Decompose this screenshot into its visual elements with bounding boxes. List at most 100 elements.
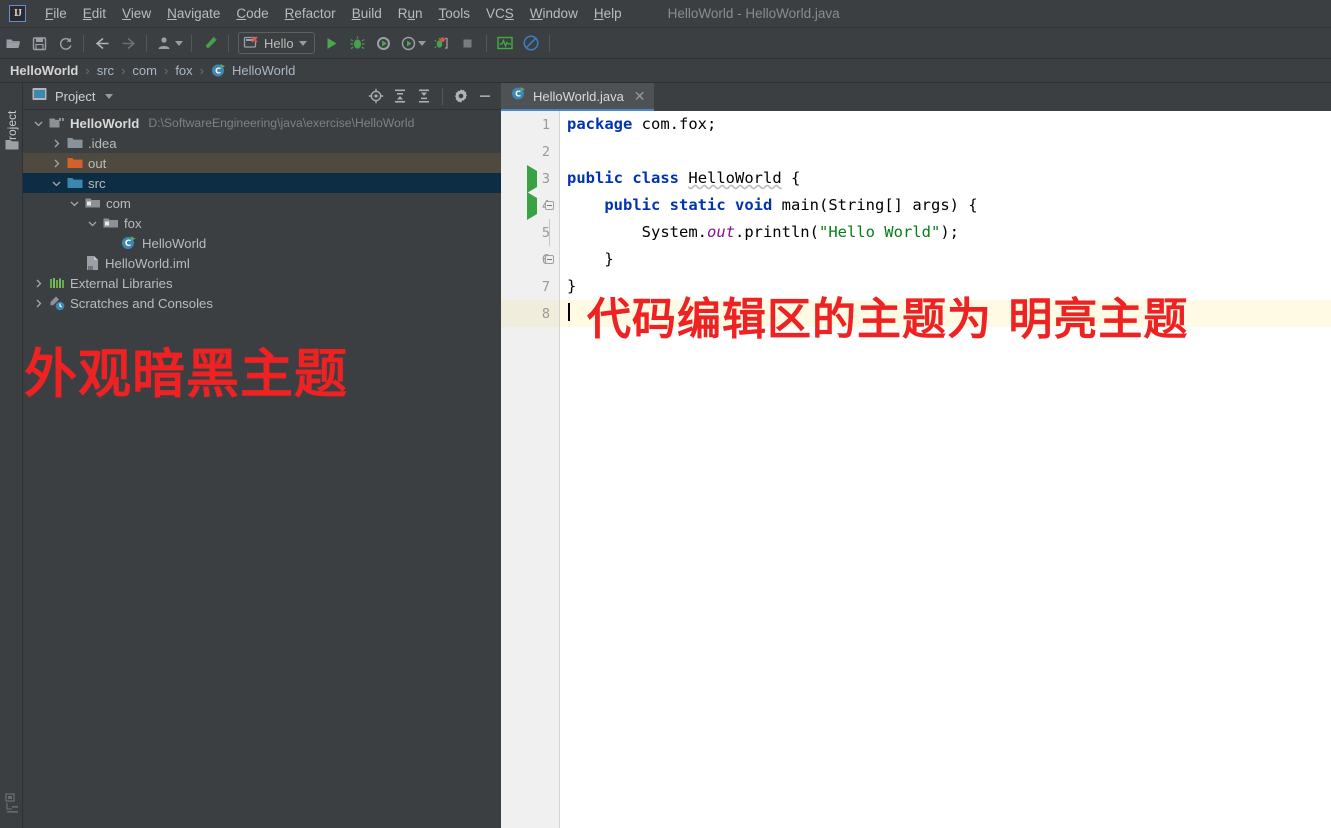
build-hammer-icon[interactable] <box>197 30 223 56</box>
gutter-line-8[interactable]: 8 <box>501 300 559 327</box>
tree-node-helloworld[interactable]: C HelloWorld <box>23 233 501 253</box>
tree-node-external-libraries[interactable]: External Libraries <box>23 273 501 293</box>
tree-node-fox[interactable]: fox <box>23 213 501 233</box>
tree-node-src[interactable]: src <box>23 173 501 193</box>
chevron-down-icon[interactable] <box>50 177 63 190</box>
gutter-line-2[interactable]: 2 <box>501 138 559 165</box>
breadcrumb-item-helloworld[interactable]: HelloWorld <box>232 63 295 78</box>
back-arrow-icon[interactable] <box>89 30 115 56</box>
menu-item-help[interactable]: Help <box>586 3 630 24</box>
toolbar-separator <box>146 34 147 52</box>
chevron-right-icon[interactable] <box>32 297 45 310</box>
code-line-5[interactable]: System.out.println("Hello World"); <box>560 219 1331 246</box>
main-toolbar: Hello <box>0 28 1331 59</box>
gutter-line-6[interactable]: 6 <box>501 246 559 273</box>
editor-gutter[interactable]: 12345678 <box>501 111 560 828</box>
chevron-right-icon[interactable] <box>32 277 45 290</box>
close-icon[interactable]: ✕ <box>634 89 646 103</box>
stop-icon[interactable] <box>455 30 481 56</box>
annotation-light-editor-theme: 代码编辑区的主题为 明亮主题 <box>587 294 1189 345</box>
menu-item-refactor[interactable]: Refactor <box>277 3 344 24</box>
tree-node--idea[interactable]: .idea <box>23 133 501 153</box>
run-gutter-icon[interactable] <box>527 191 537 220</box>
run-gutter-icon[interactable] <box>527 164 537 193</box>
run-configuration-icon <box>243 36 258 48</box>
menu-item-code[interactable]: Code <box>228 3 276 24</box>
gutter-line-5[interactable]: 5 <box>501 219 559 246</box>
breadcrumb-separator: › <box>199 63 204 78</box>
tree-node-label: HelloWorld <box>70 115 140 131</box>
attach-debugger-icon[interactable] <box>429 30 455 56</box>
code-line-3[interactable]: public class HelloWorld { <box>560 165 1331 192</box>
menu-item-window[interactable]: Window <box>522 3 586 24</box>
breadcrumb-item-fox[interactable]: fox <box>175 63 192 78</box>
text-caret <box>568 303 570 321</box>
breadcrumb-item-src[interactable]: src <box>97 63 114 78</box>
toolbar-separator <box>83 34 84 52</box>
sync-refresh-icon[interactable] <box>52 30 78 56</box>
code-line-4[interactable]: public static void main(String[] args) { <box>560 192 1331 219</box>
menu-item-tools[interactable]: Tools <box>431 3 479 24</box>
tree-node-out[interactable]: out <box>23 153 501 173</box>
annotation-dark-appearance: 外观暗黑主题 <box>24 344 348 405</box>
menu-item-run[interactable]: Run <box>390 3 431 24</box>
run-configuration-selector[interactable]: Hello <box>238 32 315 54</box>
run-with-coverage-icon[interactable] <box>371 30 397 56</box>
code-token: main(String[] args) { <box>772 196 978 214</box>
tree-node-label: .idea <box>88 135 117 151</box>
folder-source-icon <box>67 176 83 190</box>
fold-close-icon[interactable] <box>545 246 554 273</box>
gear-icon[interactable] <box>450 85 472 107</box>
editor-tab-helloworld-java[interactable]: C HelloWorld.java ✕ <box>501 83 654 111</box>
code-line-6[interactable]: } <box>560 246 1331 273</box>
breadcrumb-item-helloworld[interactable]: HelloWorld <box>10 63 78 78</box>
open-folder-icon[interactable] <box>0 30 26 56</box>
chevron-down-icon[interactable] <box>32 117 45 130</box>
menu-item-edit[interactable]: Edit <box>75 3 114 24</box>
tree-node-com[interactable]: com <box>23 193 501 213</box>
expand-all-icon[interactable] <box>389 85 411 107</box>
menu-item-build[interactable]: Build <box>344 3 390 24</box>
code-token: ); <box>940 223 959 241</box>
run-icon[interactable] <box>319 30 345 56</box>
tree-node-helloworld[interactable]: HelloWorld D:\SoftwareEngineering\java\ex… <box>23 113 501 133</box>
gutter-line-7[interactable]: 7 <box>501 273 559 300</box>
save-all-icon[interactable] <box>26 30 52 56</box>
menu-item-navigate[interactable]: Navigate <box>159 3 228 24</box>
code-line-1[interactable]: package com.fox; <box>560 111 1331 138</box>
gutter-line-4[interactable]: 4 <box>501 191 559 220</box>
search-everywhere-icon[interactable] <box>492 30 518 56</box>
locate-target-icon[interactable] <box>365 85 387 107</box>
fold-open-icon[interactable] <box>545 192 554 219</box>
menu-item-vcs[interactable]: VCS <box>478 3 522 24</box>
menu-bar: IJ File Edit View Navigate Code Refactor Build… <box>0 0 1331 28</box>
gutter-line-3[interactable]: 3 <box>501 164 559 193</box>
structure-icon[interactable] <box>4 793 19 820</box>
profiler-icon[interactable] <box>397 30 429 56</box>
tree-node-helloworld-iml[interactable]: HelloWorld.iml <box>23 253 501 273</box>
menu-item-file[interactable]: File <box>37 3 75 24</box>
breadcrumb-item-com[interactable]: com <box>132 63 157 78</box>
chevron-right-icon[interactable] <box>50 157 63 170</box>
minimize-icon[interactable] <box>474 85 496 107</box>
chevron-down-icon[interactable] <box>68 197 81 210</box>
code-line-2[interactable] <box>560 138 1331 165</box>
chevron-right-icon[interactable] <box>50 137 63 150</box>
vcs-update-icon[interactable] <box>152 30 186 56</box>
chevron-down-icon[interactable] <box>105 93 114 99</box>
code-token: void <box>735 196 773 214</box>
code-editor[interactable]: 12345678 package com.fox; public class He… <box>501 111 1331 828</box>
tree-node-scratches-and-consoles[interactable]: Scratches and Consoles <box>23 293 501 313</box>
gutter-line-1[interactable]: 1 <box>501 111 559 138</box>
collapse-all-icon[interactable] <box>413 85 435 107</box>
folder-icon <box>67 136 83 150</box>
code-token: System. <box>567 223 707 241</box>
settings-circle-icon[interactable] <box>518 30 544 56</box>
debug-icon[interactable] <box>345 30 371 56</box>
menu-item-view[interactable]: View <box>114 3 159 24</box>
chevron-down-icon[interactable] <box>86 217 99 230</box>
forward-arrow-icon[interactable] <box>115 30 141 56</box>
code-token: { <box>781 169 801 187</box>
